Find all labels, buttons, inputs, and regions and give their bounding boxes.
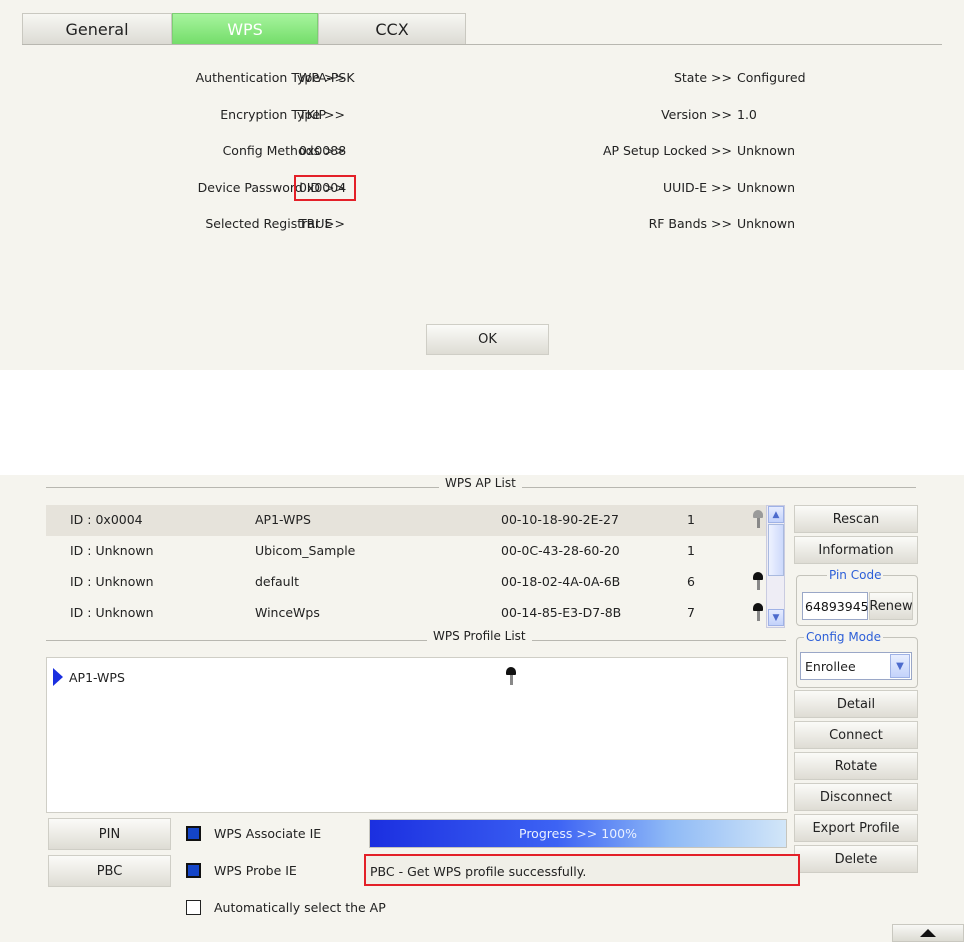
ap-list-row[interactable]: ID : 0x0004 AP1-WPS 00-10-18-90-2E-27 1 — [46, 505, 770, 536]
field-ap-setup-locked-value: Unknown — [737, 143, 796, 158]
lock-icon — [752, 510, 764, 528]
wps-info-dialog: General WPS CCX Authentication Type >> WP… — [0, 0, 964, 370]
field-rf-bands-value: Unknown — [737, 216, 796, 231]
collapse-button[interactable] — [892, 924, 964, 942]
scroll-thumb[interactable] — [768, 524, 784, 576]
scroll-down-icon[interactable]: ▼ — [768, 609, 784, 626]
tab-wps[interactable]: WPS — [172, 13, 318, 44]
auto-select-ap-label: Automatically select the AP — [214, 900, 386, 915]
ap-ssid: WinceWps — [255, 605, 320, 620]
highlight-box — [294, 175, 356, 201]
ap-id: ID : Unknown — [70, 574, 154, 589]
list-item[interactable]: AP1-WPS — [53, 667, 773, 687]
ap-list-row[interactable]: ID : Unknown Ubicom_Sample 00-0C-43-28-6… — [46, 536, 770, 567]
wps-associate-ie-checkbox[interactable] — [186, 826, 201, 841]
connect-button[interactable]: Connect — [794, 721, 918, 749]
disconnect-button[interactable]: Disconnect — [794, 783, 918, 811]
chevron-down-icon[interactable]: ▼ — [890, 654, 910, 678]
ap-ssid: AP1-WPS — [255, 512, 311, 527]
selected-arrow-icon — [53, 668, 63, 686]
pin-code-title: Pin Code — [827, 568, 884, 582]
config-mode-title: Config Mode — [804, 630, 884, 644]
renew-button[interactable]: Renew — [869, 592, 913, 620]
detail-button[interactable]: Detail — [794, 690, 918, 718]
field-ap-setup-locked-label: AP Setup Locked >> — [602, 143, 732, 158]
ap-bssid: 00-14-85-E3-D7-8B — [501, 605, 622, 620]
ap-list-row[interactable]: ID : Unknown WinceWps 00-14-85-E3-D7-8B … — [46, 598, 770, 629]
scroll-up-icon[interactable]: ▲ — [768, 506, 784, 523]
pin-button[interactable]: PIN — [48, 818, 171, 850]
field-version-label: Version >> — [661, 107, 732, 122]
field-state-label: State >> — [673, 70, 732, 85]
profile-list-title: WPS Profile List — [427, 629, 532, 643]
rescan-button[interactable]: Rescan — [794, 505, 918, 533]
ap-channel: 7 — [687, 605, 695, 620]
ap-channel: 1 — [687, 512, 695, 527]
tab-ccx[interactable]: CCX — [318, 13, 466, 44]
progress-bar: Progress >> 100% — [369, 819, 787, 848]
ap-bssid: 00-10-18-90-2E-27 — [501, 512, 619, 527]
ap-ssid: Ubicom_Sample — [255, 543, 356, 558]
wps-probe-ie-label: WPS Probe IE — [214, 863, 297, 878]
profile-name: AP1-WPS — [69, 670, 125, 685]
ap-channel: 1 — [687, 543, 695, 558]
ap-bssid: 00-18-02-4A-0A-6B — [501, 574, 621, 589]
ap-list-scrollbar[interactable]: ▲ ▼ — [766, 505, 785, 628]
auto-select-ap-checkbox[interactable] — [186, 900, 201, 915]
status-field: PBC - Get WPS profile successfully. — [364, 854, 800, 886]
config-mode-select[interactable]: Enrollee ▼ — [800, 652, 912, 680]
field-rf-bands-label: RF Bands >> — [648, 216, 732, 231]
field-encryption-value: TKIP — [299, 107, 327, 122]
ap-list-row[interactable]: ID : Unknown default 00-18-02-4A-0A-6B 6 — [46, 567, 770, 598]
ap-id: ID : Unknown — [70, 543, 154, 558]
ap-id: ID : Unknown — [70, 605, 154, 620]
triangle-up-icon — [920, 929, 936, 937]
wps-probe-ie-checkbox[interactable] — [186, 863, 201, 878]
field-uuid-label: UUID-E >> — [663, 180, 732, 195]
field-selected-registrar-value: TRUE — [299, 216, 333, 231]
field-encryption-label: Encryption Type >> — [220, 107, 345, 122]
information-button[interactable]: Information — [794, 536, 918, 564]
tab-divider — [22, 44, 942, 45]
rotate-button[interactable]: Rotate — [794, 752, 918, 780]
ap-id: ID : 0x0004 — [70, 512, 143, 527]
lock-icon — [752, 572, 764, 590]
profile-list[interactable]: AP1-WPS — [46, 657, 788, 813]
wps-associate-ie-label: WPS Associate IE — [214, 826, 322, 841]
status-text: PBC - Get WPS profile successfully. — [370, 864, 587, 879]
field-auth-type-value: WPA-PSK — [299, 70, 355, 85]
ap-list-title: WPS AP List — [439, 476, 522, 490]
tab-general[interactable]: General — [22, 13, 172, 44]
field-config-methods-value: 0x0088 — [299, 143, 347, 158]
profile-list-divider — [46, 640, 786, 641]
ap-channel: 6 — [687, 574, 695, 589]
field-uuid-value: Unknown — [737, 180, 796, 195]
ap-bssid: 00-0C-43-28-60-20 — [501, 543, 620, 558]
ap-ssid: default — [255, 574, 299, 589]
pbc-button[interactable]: PBC — [48, 855, 171, 887]
delete-button[interactable]: Delete — [794, 845, 918, 873]
field-version-value: 1.0 — [737, 107, 757, 122]
lock-icon — [505, 667, 517, 685]
export-profile-button[interactable]: Export Profile — [794, 814, 918, 842]
lock-icon — [752, 603, 764, 621]
field-state-value: Configured — [737, 70, 806, 85]
ok-button[interactable]: OK — [426, 324, 549, 355]
pin-code-field[interactable]: 64893945 — [802, 592, 869, 620]
progress-text: Progress >> 100% — [519, 826, 637, 841]
